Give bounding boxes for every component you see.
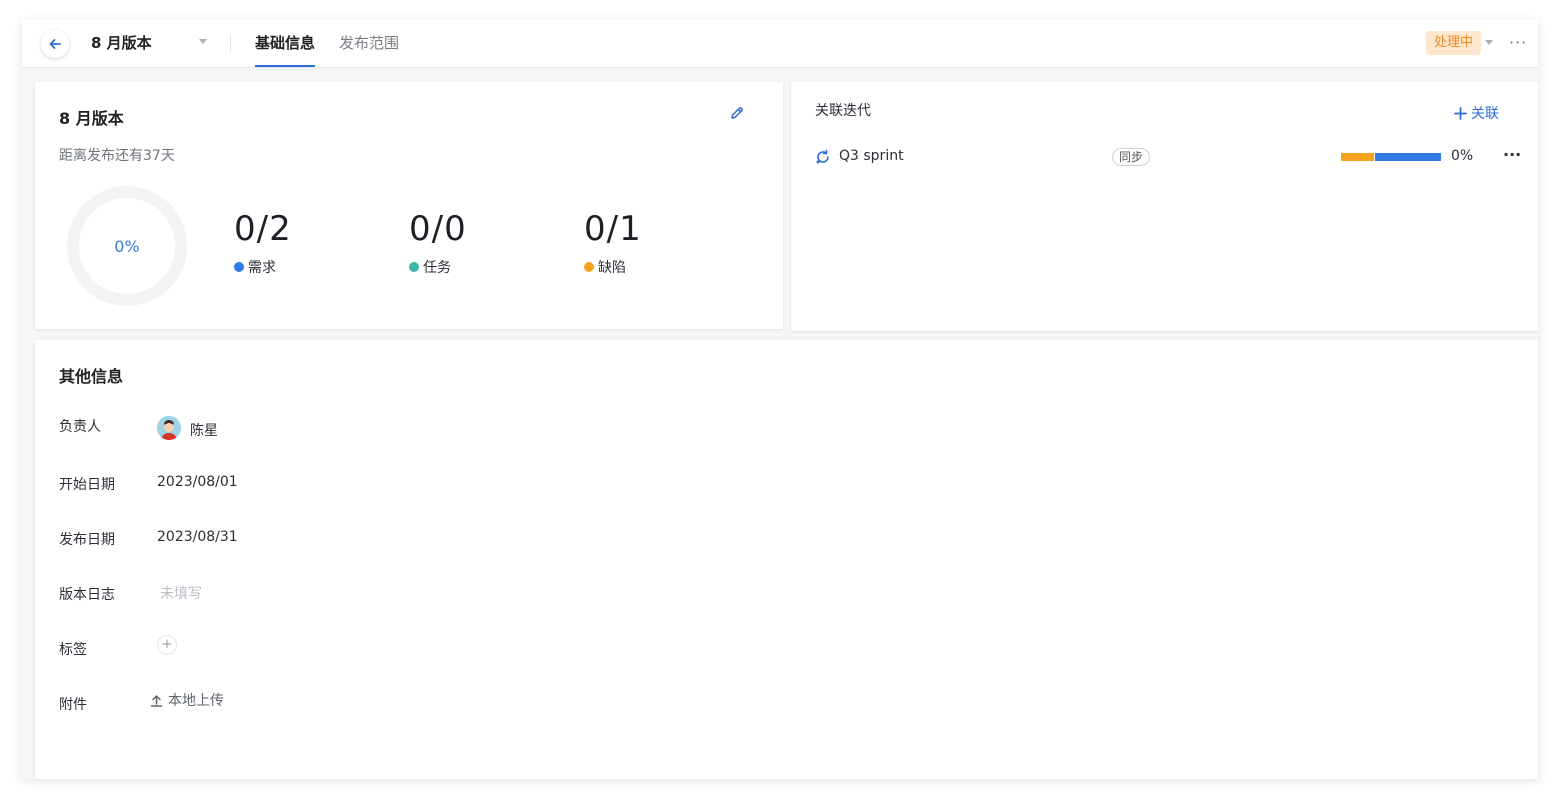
stat-value: 0/2 — [234, 209, 292, 249]
task-dot-icon — [409, 262, 419, 272]
row-more-options-icon[interactable]: ··· — [1503, 145, 1521, 164]
release-log-label: 版本日志 — [59, 587, 115, 603]
link-iteration-button[interactable]: 关联 — [1454, 103, 1499, 123]
upload-label: 本地上传 — [168, 693, 224, 709]
status-chevron-down-icon[interactable] — [1485, 40, 1493, 45]
stat-requirements[interactable]: 0/2 需求 — [234, 209, 292, 277]
start-date-value[interactable]: 2023/08/01 — [157, 474, 238, 490]
version-switch-chevron-down-icon[interactable] — [199, 39, 207, 44]
upload-icon — [150, 694, 163, 707]
avatar[interactable] — [157, 416, 181, 440]
release-date-value[interactable]: 2023/08/31 — [157, 529, 238, 545]
link-iteration-label: 关联 — [1471, 106, 1499, 122]
requirement-dot-icon — [234, 262, 244, 272]
stat-label-text: 任务 — [423, 260, 451, 276]
other-info-card: 其他信息 负责人 陈星 开始日期 2023/08/01 发布日期 2023/08… — [35, 340, 1538, 779]
tab-release-scope[interactable]: 发布范围 — [339, 32, 399, 54]
attachments-label: 附件 — [59, 697, 87, 713]
progress-segment — [1341, 153, 1374, 161]
active-tab-indicator — [255, 65, 315, 67]
other-info-title: 其他信息 — [59, 367, 124, 386]
stat-value: 0/0 — [409, 209, 467, 249]
user-avatar-icon — [157, 416, 181, 440]
progress-segment — [1375, 153, 1441, 161]
iteration-progress-percent: 0% — [1451, 148, 1474, 164]
plus-icon — [1454, 106, 1467, 120]
release-date-label: 发布日期 — [59, 532, 115, 548]
stat-label: 缺陷 — [584, 257, 642, 277]
overview-card: 8 月版本 距离发布还有37天 0% 0/2 需求 0/0 任务 0/1 缺陷 — [35, 82, 783, 329]
tab-basic-info[interactable]: 基础信息 — [255, 32, 315, 54]
progress-percent: 0% — [114, 236, 140, 256]
related-iterations-card: 关联迭代 关联 Q3 sprint 同步 0% ··· — [791, 82, 1538, 331]
progress-ring: 0% — [67, 186, 187, 306]
stat-label-text: 需求 — [248, 260, 276, 276]
divider — [230, 35, 231, 52]
release-countdown: 距离发布还有37天 — [59, 148, 175, 164]
status-badge[interactable]: 处理中 — [1426, 31, 1482, 55]
back-button[interactable] — [41, 30, 69, 58]
owner-label: 负责人 — [59, 419, 101, 435]
overview-title: 8 月版本 — [59, 109, 124, 128]
sync-tag: 同步 — [1112, 148, 1151, 166]
sprint-cycle-icon — [816, 149, 829, 164]
local-upload-button[interactable]: 本地上传 — [150, 690, 224, 710]
version-detail-window: 8 月版本 基础信息 发布范围 处理中 ··· 8 月版本 距离发布还有37天 … — [22, 20, 1538, 779]
iteration-name[interactable]: Q3 sprint — [839, 148, 904, 164]
more-options-icon[interactable]: ··· — [1509, 33, 1527, 52]
release-log-field[interactable]: 未填写 — [160, 583, 202, 603]
arrow-left-icon — [49, 39, 61, 49]
iterations-title: 关联迭代 — [815, 103, 871, 119]
start-date-label: 开始日期 — [59, 477, 115, 493]
top-bar: 8 月版本 基础信息 发布范围 处理中 ··· — [22, 20, 1538, 68]
defect-dot-icon — [584, 262, 594, 272]
iteration-row[interactable]: Q3 sprint 同步 0% ··· — [815, 145, 1521, 170]
owner-name[interactable]: 陈星 — [190, 420, 218, 440]
tags-label: 标签 — [59, 642, 87, 658]
version-title: 8 月版本 — [91, 34, 152, 52]
edit-pencil-icon[interactable] — [730, 106, 744, 120]
stat-value: 0/1 — [584, 209, 642, 249]
stat-label-text: 缺陷 — [598, 260, 626, 276]
add-tag-button[interactable]: + — [157, 635, 177, 655]
stat-defects[interactable]: 0/1 缺陷 — [584, 209, 642, 277]
stat-label: 需求 — [234, 257, 292, 277]
stat-tasks[interactable]: 0/0 任务 — [409, 209, 467, 277]
stat-label: 任务 — [409, 257, 467, 277]
iteration-progress-bar — [1341, 153, 1441, 161]
